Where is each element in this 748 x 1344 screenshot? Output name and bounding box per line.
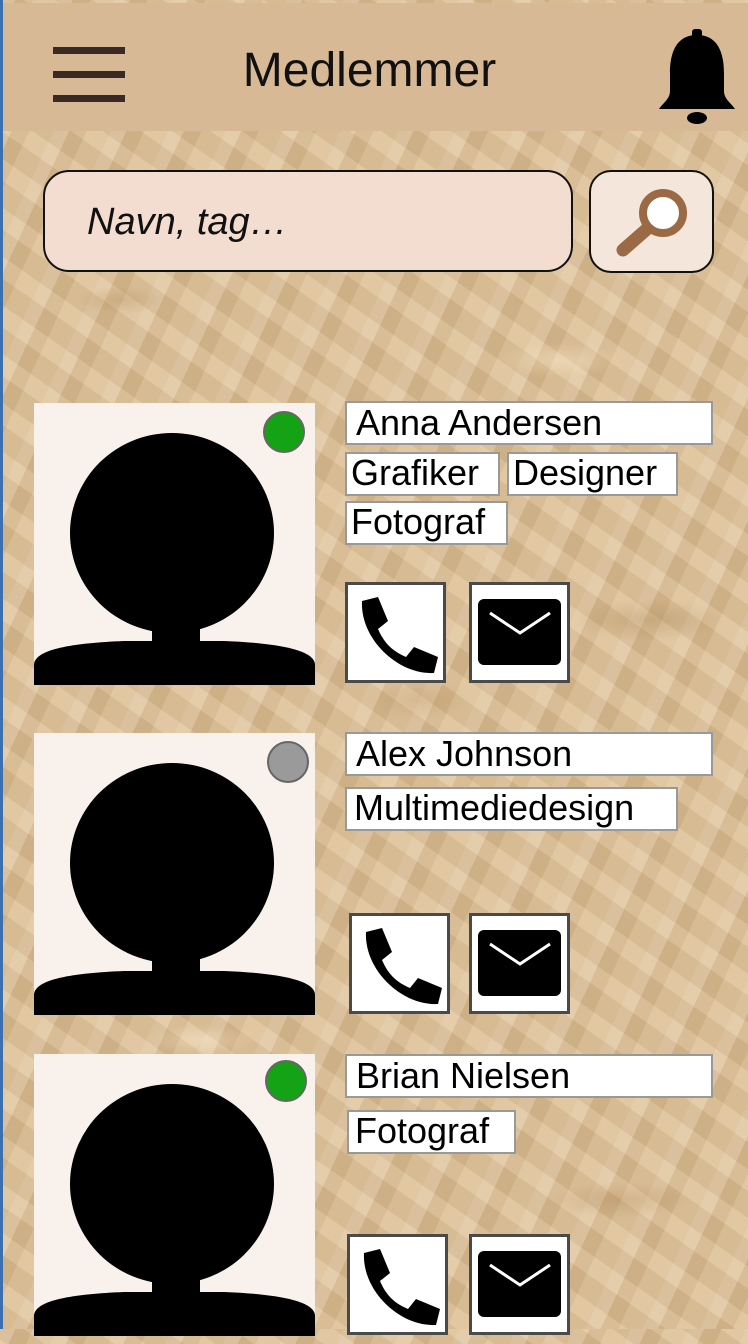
tag-chip[interactable]: Fotograf — [345, 501, 508, 545]
status-online-indicator — [265, 1060, 307, 1102]
email-button[interactable] — [469, 582, 570, 683]
status-offline-indicator — [267, 741, 309, 783]
page-title: Medlemmer — [242, 44, 497, 97]
magnifier-icon — [616, 189, 687, 257]
email-button[interactable] — [469, 1234, 570, 1335]
mail-icon — [478, 599, 561, 665]
mail-icon — [478, 1251, 561, 1317]
avatar — [34, 733, 315, 1015]
email-button[interactable] — [469, 913, 570, 1014]
member-card-alex-johnson[interactable]: Alex Johnson Multimediedesign — [0, 732, 748, 1023]
tag-chip[interactable]: Multimediedesign — [345, 787, 678, 831]
status-online-indicator — [263, 411, 305, 453]
call-button[interactable] — [347, 1234, 448, 1335]
avatar — [34, 1054, 315, 1336]
mail-icon — [478, 930, 561, 996]
avatar — [34, 403, 315, 685]
member-name: Brian Nielsen — [345, 1054, 713, 1098]
member-name: Alex Johnson — [345, 732, 713, 776]
tag-chip[interactable]: Designer — [507, 452, 678, 496]
tag-chip[interactable]: Fotograf — [347, 1110, 516, 1154]
call-button[interactable] — [349, 913, 450, 1014]
member-card-brian-nielsen[interactable]: Brian Nielsen Fotograf — [0, 1054, 748, 1344]
bell-icon[interactable] — [657, 29, 737, 125]
phone-icon — [365, 928, 442, 1005]
phone-icon — [361, 597, 438, 674]
search-input[interactable] — [85, 172, 559, 272]
search-button[interactable] — [589, 170, 714, 273]
call-button[interactable] — [345, 582, 446, 683]
member-card-anna-andersen[interactable]: Anna Andersen Grafiker Designer Fotograf — [0, 401, 748, 693]
member-name: Anna Andersen — [345, 401, 713, 445]
tag-chip[interactable]: Grafiker — [345, 452, 500, 496]
search-field[interactable] — [43, 170, 573, 272]
phone-icon — [363, 1249, 440, 1326]
app-header: Medlemmer — [3, 3, 748, 131]
